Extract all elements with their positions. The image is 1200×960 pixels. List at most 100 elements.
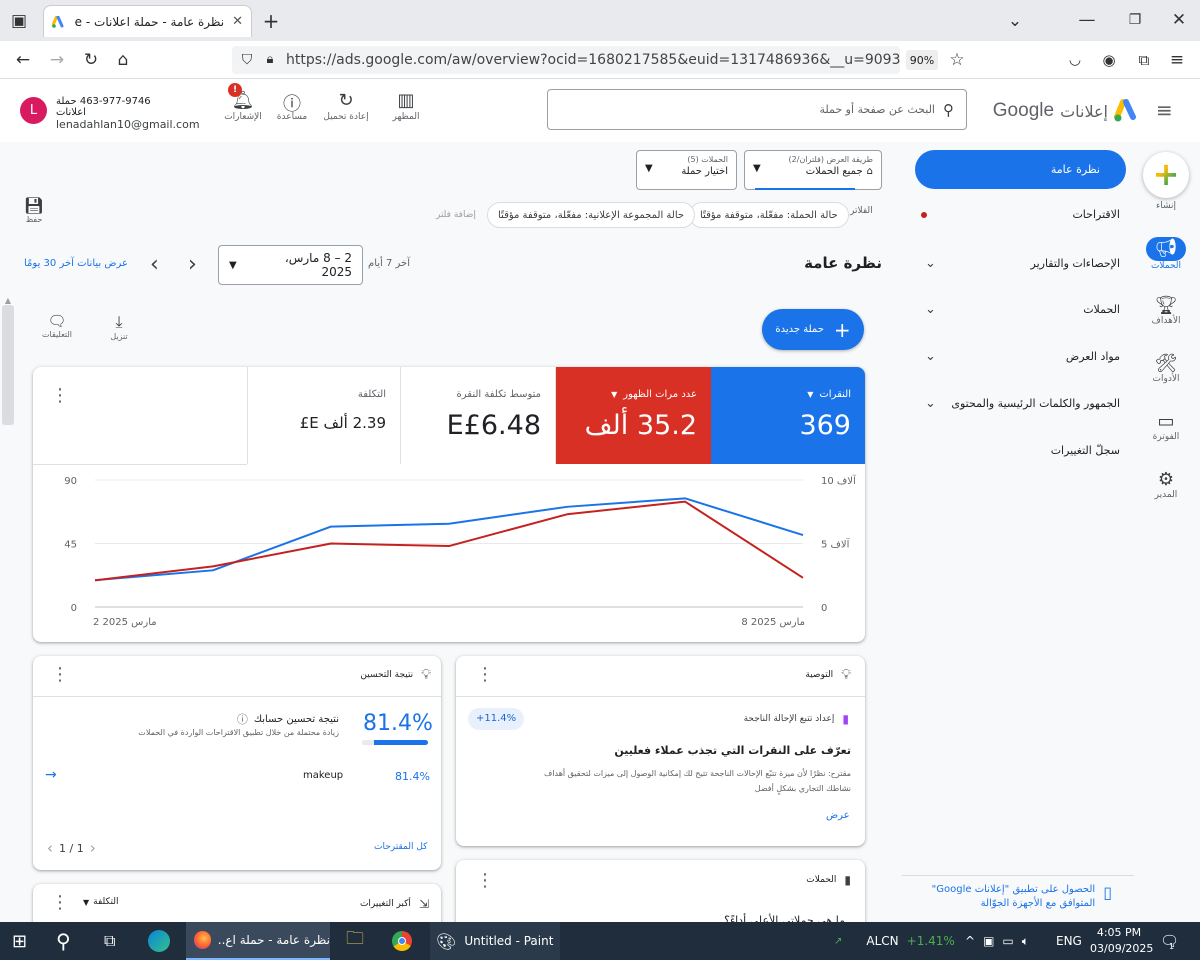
metric-clicks[interactable]: النقرات ▼ 369 (711, 367, 865, 464)
view-selector[interactable]: طريقة العرض (فلتران/2) ⌂ جميع الحملات ▼ (744, 150, 882, 190)
comments-button[interactable]: 🗨︎ التعليقات (38, 312, 76, 339)
reload-icon[interactable]: ↻ (80, 49, 102, 71)
sidebar-item-change-history[interactable]: سجلّ التغييرات (925, 444, 1120, 457)
windows-start-icon[interactable]: ⊞ (12, 922, 27, 960)
dropdown-arrow-icon: ▼ (83, 897, 90, 907)
firefox-icon (194, 931, 212, 949)
sidebar-item-assets[interactable]: مواد العرض ⌄ (925, 349, 1120, 364)
edge-icon[interactable] (148, 922, 170, 960)
system-tray[interactable]: ^ ▣ ▭ 🔈︎ (965, 922, 1029, 960)
rail-goals[interactable]: 🏆︎ الأهداف (1140, 295, 1192, 326)
more-options-icon[interactable]: ⋮ (51, 664, 69, 685)
url-field[interactable]: https://ads.google.com/aw/overview?ocid=… (232, 46, 900, 74)
appearance-button[interactable]: ▥ المظهر (378, 90, 434, 122)
metric-impressions[interactable]: عدد مرات الظهور ▼ 35.2 ألف (556, 367, 711, 464)
add-filter-button[interactable]: إضافة فلتر (436, 210, 476, 220)
sidebar-item-insights[interactable]: الإحصاءات والتقارير ⌄ (925, 256, 1120, 271)
search-icon[interactable]: ⚲ (56, 922, 71, 960)
arrow-right-icon[interactable]: → (45, 767, 57, 783)
metric-cost[interactable]: التكلفة 2.39 ألف E£ (247, 367, 401, 464)
chevron-up-icon[interactable]: ^ (965, 934, 975, 948)
filter-chip-adgroup-status[interactable]: حالة المجموعة الإعلانية: مفعّلة، متوقفة … (487, 202, 696, 228)
tab-list-chevron-icon[interactable]: ⌄ (1004, 10, 1026, 32)
notification-center[interactable]: 🗨︎ 1 (1160, 922, 1179, 960)
tab-overview-icon[interactable]: ▣ (8, 10, 30, 32)
last-30-days-link[interactable]: عرض بيانات آخر 30 يومًا (24, 258, 128, 269)
sidebar-item-recommendations[interactable]: الاقتراحات (921, 208, 1120, 221)
minimize-icon[interactable]: — (1076, 9, 1098, 31)
save-filter-button[interactable]: 💾︎ حفظ (20, 196, 48, 224)
restore-icon[interactable]: ❐ (1124, 9, 1146, 31)
help-label: مساعدة (276, 112, 308, 122)
rail-campaigns[interactable]: 📢︎ الحملات (1140, 237, 1192, 271)
back-icon[interactable]: ← (12, 49, 34, 71)
red-dot-indicator (921, 211, 927, 218)
avatar[interactable]: L (20, 97, 47, 124)
help-button[interactable]: ⓘ مساعدة (264, 90, 320, 122)
chrome-icon[interactable] (392, 922, 412, 960)
rail-admin[interactable]: ⚙ المدير (1140, 469, 1192, 500)
pocket-icon[interactable]: ◡ (1064, 49, 1086, 71)
extensions-icon[interactable]: ⧉ (1133, 49, 1155, 71)
more-options-icon[interactable]: ⋮ (476, 664, 494, 685)
metric-avg-cpc[interactable]: متوسط تكلفة النقرة E£6.48 (401, 367, 556, 464)
pager-prev-chevron-icon[interactable]: ‹ (47, 839, 53, 857)
help-icon[interactable]: ⓘ (237, 711, 248, 727)
sidebar-item-campaigns[interactable]: الحملات ⌄ (925, 302, 1120, 317)
tab-close-icon[interactable]: ✕ (232, 14, 243, 29)
new-campaign-button[interactable]: + حملة جديدة (762, 309, 864, 350)
scroll-thumb[interactable] (2, 305, 14, 425)
new-tab-icon[interactable]: + (260, 10, 282, 32)
browser-tab[interactable]: ✕ نظرة عامة - حملة اعلانات - Google (43, 5, 252, 37)
lock-icon[interactable]: 🔒︎ (259, 49, 281, 71)
taskbar-app-paint[interactable]: 🎨︎ Untitled - Paint (430, 922, 560, 960)
bookmark-star-icon[interactable]: ☆ (946, 49, 968, 71)
google-ads-logo[interactable]: إعلانات Google (982, 96, 1140, 126)
home-icon[interactable]: ⌂ (112, 49, 134, 71)
page-scrollbar[interactable]: ▲ (0, 296, 16, 922)
camera-icon[interactable]: ▣ (983, 934, 994, 948)
create-button[interactable]: + (1143, 152, 1189, 198)
account-icon[interactable]: ◉ (1098, 49, 1120, 71)
optimization-campaign-name[interactable]: makeup (303, 770, 343, 781)
close-window-icon[interactable]: ✕ (1168, 9, 1190, 31)
more-options-icon[interactable]: ⋮ (476, 870, 494, 891)
zoom-level[interactable]: 90% (906, 50, 938, 70)
rail-billing[interactable]: ▭ الفوترة (1140, 411, 1192, 442)
sidebar-item-overview[interactable]: نظرة عامة (915, 150, 1126, 189)
recommendation-view-link[interactable]: عرض (826, 810, 850, 821)
pager-next-chevron-icon[interactable]: › (90, 839, 96, 857)
download-button[interactable]: ⤓ تنزيل (104, 312, 134, 341)
shield-icon[interactable]: ⛉ (236, 49, 258, 71)
more-options-icon[interactable]: ⋮ (51, 385, 69, 406)
mobile-app-promo[interactable]: ▯ الحصول على تطبيق "إعلانات Google" المت… (930, 883, 1112, 911)
search-box[interactable]: البحث عن صفحة أو حملة ⚲ (547, 89, 967, 130)
more-options-icon[interactable]: ⋮ (51, 892, 69, 913)
clock[interactable]: 4:05 PM 03/09/2025 (1090, 925, 1153, 957)
rail-tools[interactable]: 🛠︎ الأدوات (1140, 353, 1192, 384)
sidebar-item-audiences[interactable]: الجمهور والكلمات الرئيسية والمحتوى ⌄ (925, 396, 1120, 411)
task-view-icon[interactable]: ⧉ (104, 922, 115, 960)
date-range-label: آخر 7 أيام (368, 258, 411, 269)
campaign-selector[interactable]: الحملات (5) اختيار حملة ▼ (636, 150, 737, 190)
network-icon[interactable]: ▭ (1002, 934, 1013, 948)
volume-icon[interactable]: 🔈︎ (1022, 934, 1029, 949)
main-menu-icon[interactable]: ≡ (1156, 98, 1173, 122)
file-explorer-icon[interactable]: 🗀︎ (346, 922, 364, 960)
browser-menu-icon[interactable]: ≡ (1166, 49, 1188, 71)
taskbar-app-firefox[interactable]: نظرة عامة - حملة اع... (186, 922, 330, 960)
reload-page-button[interactable]: ↻ إعادة تحميل (318, 90, 374, 122)
forward-icon[interactable]: → (46, 49, 68, 71)
chevron-down-icon: ⌄ (925, 349, 936, 364)
all-recommendations-link[interactable]: كل المقترحات (374, 842, 427, 852)
filter-chip-campaign-status[interactable]: حالة الحملة: مفعّلة، متوقفة مؤقتًا (689, 202, 849, 228)
date-prev-chevron-icon[interactable]: ‹ (150, 252, 159, 277)
stock-ticker[interactable]: ↗ ALCN +1.41% (834, 922, 955, 960)
changes-metric-dropdown[interactable]: ▼ التكلفة (83, 897, 118, 907)
language-indicator[interactable]: ENG (1056, 922, 1082, 960)
scroll-up-arrow-icon[interactable]: ▲ (0, 296, 16, 305)
notifications-button[interactable]: 🔔︎ الإشعارات ! (215, 83, 271, 122)
date-range-picker[interactable]: ▼ 2 – 8 مارس، 2025 (218, 245, 363, 285)
date-next-chevron-icon[interactable]: › (188, 252, 197, 277)
account-info[interactable]: 463-977-9746 حملة اعلانات lenadahlan10@g… (56, 96, 200, 131)
